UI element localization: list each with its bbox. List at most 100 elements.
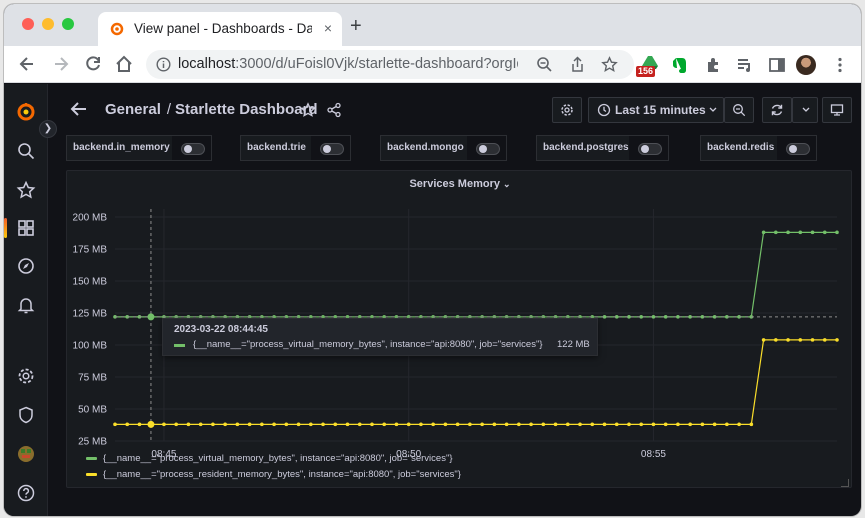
grafana-favicon-icon xyxy=(110,22,124,36)
variable-label: backend.in_memory xyxy=(66,135,177,161)
data-point xyxy=(443,422,448,427)
minimize-window-button[interactable] xyxy=(42,18,54,30)
alerting-bell-icon[interactable] xyxy=(16,295,36,315)
chevron-down-icon xyxy=(709,107,717,112)
data-point xyxy=(663,422,668,427)
browser-menu-icon[interactable] xyxy=(830,55,850,75)
toggle-track xyxy=(476,143,500,155)
data-point xyxy=(725,422,729,427)
toggle-knob xyxy=(789,145,797,153)
data-point xyxy=(737,422,741,427)
refresh-button[interactable] xyxy=(762,97,792,123)
back-arrow-icon[interactable] xyxy=(70,100,88,118)
zoom-out-icon xyxy=(733,104,746,117)
server-admin-shield-icon[interactable] xyxy=(16,405,36,425)
share-icon[interactable] xyxy=(326,102,342,118)
data-point xyxy=(590,422,595,427)
tab-close-icon[interactable]: × xyxy=(324,20,332,36)
dashboards-icon[interactable] xyxy=(16,218,36,238)
explore-compass-icon[interactable] xyxy=(16,256,36,276)
data-point xyxy=(504,422,509,427)
toggle-knob xyxy=(323,145,331,153)
time-range-label: Last 15 minutes xyxy=(615,103,706,117)
data-point xyxy=(651,422,656,427)
configuration-gear-icon[interactable] xyxy=(16,366,36,386)
data-point xyxy=(712,422,717,427)
legend-item[interactable]: {__name__="process_virtual_memory_bytes"… xyxy=(86,453,586,464)
zoom-icon[interactable] xyxy=(536,56,553,73)
variable-toggle-in-memory[interactable] xyxy=(172,135,212,161)
y-tick-label: 150 MB xyxy=(73,277,108,288)
data-point xyxy=(774,338,778,342)
hover-point xyxy=(147,420,155,428)
starred-icon[interactable] xyxy=(16,180,36,200)
resize-handle[interactable] xyxy=(841,479,849,487)
user-avatar-icon[interactable] xyxy=(16,444,36,464)
home-icon[interactable] xyxy=(114,54,134,74)
refresh-icon xyxy=(771,104,783,116)
chevron-down-icon xyxy=(802,107,810,112)
data-point xyxy=(419,422,423,427)
toggle-track xyxy=(638,143,662,155)
address-bar[interactable]: localhost:3000/d/uFoisl0Vjk/starlette-da… xyxy=(146,50,634,79)
toggle-knob xyxy=(641,145,649,153)
data-point xyxy=(370,422,374,427)
tooltip-value: 122 MB xyxy=(557,339,590,350)
new-tab-button[interactable]: + xyxy=(350,16,362,36)
zoom-out-button[interactable] xyxy=(724,97,754,123)
media-queue-icon[interactable] xyxy=(735,55,755,75)
legend-item[interactable]: {__name__="process_resident_memory_bytes… xyxy=(86,469,586,480)
breadcrumb-folder[interactable]: General xyxy=(105,101,161,118)
data-point xyxy=(651,315,656,319)
dashboard-header: General / Starlette Dashboard Last 15 minu… xyxy=(48,84,861,134)
search-icon[interactable] xyxy=(16,141,36,161)
data-point xyxy=(296,422,301,427)
close-window-button[interactable] xyxy=(22,18,34,30)
time-range-picker[interactable]: Last 15 minutes xyxy=(588,97,724,123)
data-point xyxy=(321,422,325,427)
share-page-icon[interactable] xyxy=(569,56,586,73)
data-point xyxy=(480,422,484,427)
url-text[interactable]: localhost:3000/d/uFoisl0Vjk/starlette-da… xyxy=(178,56,518,72)
evernote-extension-icon[interactable] xyxy=(670,55,690,75)
view-mode-button[interactable] xyxy=(822,97,852,123)
data-point xyxy=(565,422,570,427)
legend-swatch-yellow xyxy=(86,472,97,476)
data-point xyxy=(774,230,778,235)
site-info-icon[interactable] xyxy=(156,57,171,72)
data-point xyxy=(529,422,533,427)
series-line-virtual-memory xyxy=(115,231,837,318)
variable-toggle-redis[interactable] xyxy=(777,135,817,161)
refresh-interval-dropdown[interactable] xyxy=(792,97,818,123)
variable-toggle-mongo[interactable] xyxy=(467,135,507,161)
browser-tab[interactable]: View panel - Dashboards - Dashboards × xyxy=(98,12,342,46)
legend-label: {__name__="process_resident_memory_bytes… xyxy=(103,469,461,480)
help-icon[interactable] xyxy=(16,483,36,503)
data-point xyxy=(272,422,276,427)
forward-icon[interactable] xyxy=(51,54,71,74)
bookmark-star-icon[interactable] xyxy=(601,56,618,73)
y-tick-label: 100 MB xyxy=(73,341,108,352)
profile-avatar[interactable] xyxy=(796,55,816,75)
mark-favorite-star-icon[interactable] xyxy=(300,102,316,118)
grafana-logo-icon[interactable] xyxy=(16,102,36,122)
variable-toggle-postgres[interactable] xyxy=(629,135,669,161)
maximize-window-button[interactable] xyxy=(62,18,74,30)
breadcrumb: General / Starlette Dashboard xyxy=(105,101,318,118)
y-tick-label: 25 MB xyxy=(78,437,107,448)
x-tick-label: 08:55 xyxy=(641,449,666,460)
data-point xyxy=(761,230,766,235)
settings-gear-icon xyxy=(561,104,573,116)
dashboard-settings-button[interactable] xyxy=(552,97,582,123)
data-point xyxy=(578,422,582,427)
variable-label: backend.redis xyxy=(700,135,782,161)
back-icon[interactable] xyxy=(17,54,37,74)
data-point xyxy=(394,422,399,427)
toggle-knob xyxy=(479,145,487,153)
extensions-puzzle-icon[interactable] xyxy=(704,55,724,75)
reload-icon[interactable] xyxy=(83,54,103,74)
data-point xyxy=(455,422,460,427)
side-panel-icon[interactable] xyxy=(767,55,787,75)
breadcrumb-dashboard[interactable]: Starlette Dashboard xyxy=(175,101,318,118)
variable-toggle-trie[interactable] xyxy=(311,135,351,161)
